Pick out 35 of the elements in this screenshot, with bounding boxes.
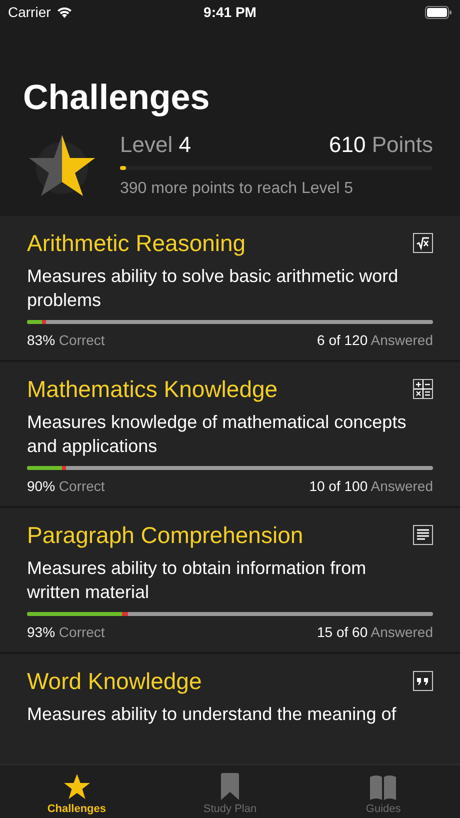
challenge-title: Arithmetic Reasoning (27, 229, 246, 258)
challenge-description: Measures ability to solve basic arithmetic word problems (27, 265, 400, 312)
challenge-title: Mathematics Knowledge (27, 375, 278, 404)
correct-stat: 83% Correct (27, 332, 105, 348)
points-label: 610 Points (329, 132, 433, 158)
calculator-icon (413, 379, 433, 399)
bookmark-icon (220, 773, 240, 800)
challenge-title: Paragraph Comprehension (27, 521, 304, 550)
text-lines-icon (413, 525, 433, 545)
answered-stat: 6 of 120 Answered (317, 332, 433, 348)
challenge-card[interactable]: Mathematics Knowledge Measures knowledge of mathematical concepts and applications 90% Correct 10 of 100 Answered (0, 362, 460, 506)
challenge-description: Measures knowledge of mathematical concepts and applications (27, 411, 408, 458)
status-time: 9:41 PM (204, 4, 256, 20)
wifi-icon (56, 6, 73, 18)
battery-icon (424, 6, 452, 18)
book-icon (369, 775, 398, 800)
tab-item[interactable]: Challenges (0, 765, 154, 818)
correct-stat: 90% Correct (27, 478, 105, 494)
challenge-title: Word Knowledge (27, 667, 202, 696)
page-title: Challenges (23, 77, 211, 119)
challenge-description: Measures ability to obtain information from written material (27, 557, 368, 604)
answered-stat: 15 of 60 Answered (317, 624, 433, 640)
star-icon (62, 774, 91, 800)
level-label: Level 4 (120, 132, 191, 158)
challenge-card[interactable]: Arithmetic Reasoning Measures ability to solve basic arithmetic word problems 83% Correct 6 of 120 Answered (0, 216, 460, 360)
star-badge-icon (27, 133, 97, 197)
answered-stat: 10 of 100 Answered (309, 478, 433, 494)
points-note: 390 more points to reach Level 5 (120, 180, 354, 198)
carrier-label: Carrier (8, 4, 51, 20)
challenge-description: Measures ability to understand the meaning of (27, 703, 398, 726)
square-root-icon (413, 233, 433, 253)
quote-icon (413, 671, 433, 691)
challenge-card[interactable]: Word Knowledge Measures ability to understand the meaning of (0, 654, 460, 764)
correct-stat: 93% Correct (27, 624, 105, 640)
challenge-card[interactable]: Paragraph Comprehension Measures ability to obtain information from written material 93% Correct 15 of 60 Answered (0, 508, 460, 652)
